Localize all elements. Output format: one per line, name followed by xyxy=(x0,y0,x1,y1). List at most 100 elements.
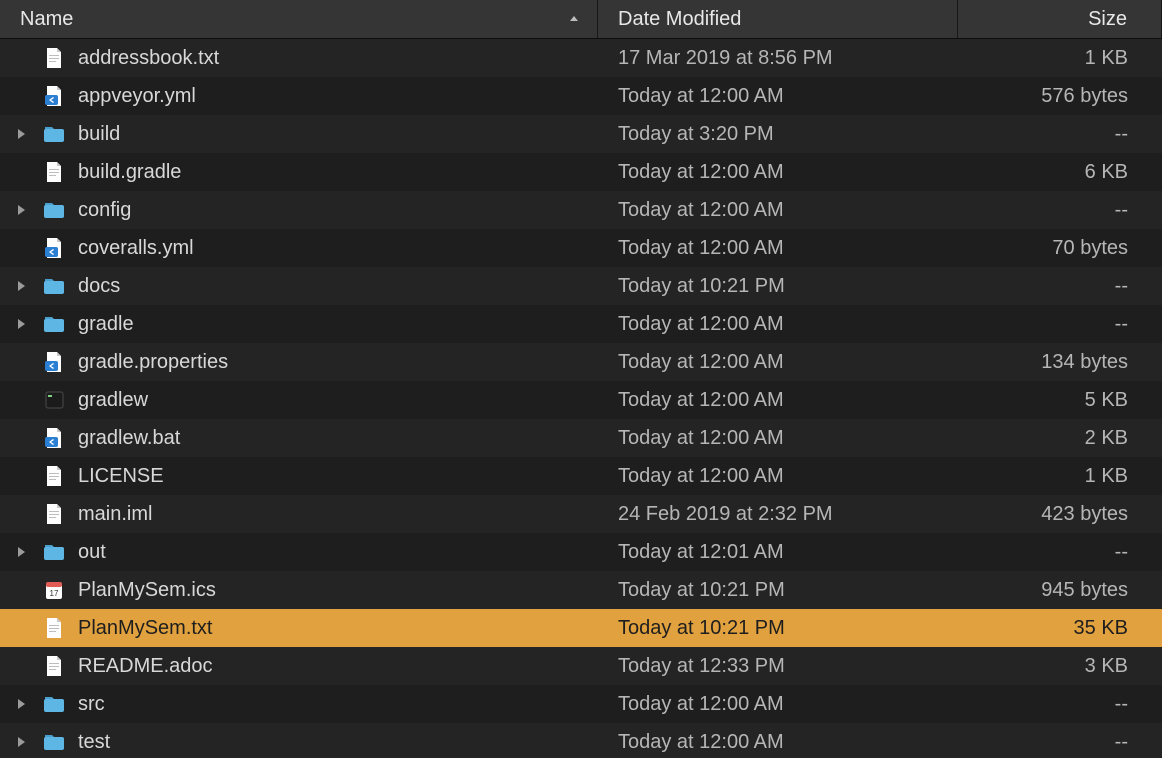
disclosure-triangle-icon[interactable] xyxy=(0,318,42,330)
column-header-size[interactable]: Size xyxy=(958,0,1162,38)
file-name-label: config xyxy=(78,199,131,222)
size-cell: 5 KB xyxy=(958,389,1162,412)
file-name-cell: README.adoc xyxy=(0,654,598,678)
date-modified-label: Today at 12:00 AM xyxy=(598,161,784,184)
date-modified-cell: Today at 12:00 AM xyxy=(598,237,958,260)
file-row[interactable]: gradlew.batToday at 12:00 AM2 KB xyxy=(0,419,1162,457)
file-name-label: addressbook.txt xyxy=(78,47,219,70)
size-cell: 134 bytes xyxy=(958,351,1162,374)
size-cell: -- xyxy=(958,541,1162,564)
folder-icon xyxy=(42,312,66,336)
file-row[interactable]: docs Today at 10:21 PM -- xyxy=(0,267,1162,305)
size-cell: -- xyxy=(958,731,1162,754)
file-name-label: docs xyxy=(78,275,120,298)
file-row[interactable]: appveyor.yml Today at 12:00 AM576 bytes xyxy=(0,77,1162,115)
date-modified-cell: Today at 12:00 AM xyxy=(598,731,958,754)
size-label: -- xyxy=(1115,123,1128,146)
size-label: 2 KB xyxy=(1085,427,1128,450)
file-name-cell: LICENSE xyxy=(0,464,598,488)
file-row[interactable]: PlanMySem.txtToday at 10:21 PM35 KB xyxy=(0,609,1162,647)
file-row[interactable]: build Today at 3:20 PM -- xyxy=(0,115,1162,153)
file-row[interactable]: outToday at 12:01 AM -- xyxy=(0,533,1162,571)
file-row[interactable]: PlanMySem.ics Today at 10:21 PM945 bytes xyxy=(0,571,1162,609)
date-modified-cell: Today at 12:00 AM xyxy=(598,85,958,108)
file-name-cell: appveyor.yml xyxy=(0,84,598,108)
folder-icon xyxy=(42,692,66,716)
size-cell: 70 bytes xyxy=(958,237,1162,260)
file-name-label: test xyxy=(78,731,110,754)
file-name-label: PlanMySem.ics xyxy=(78,579,216,602)
file-name-label: coveralls.yml xyxy=(78,237,194,260)
file-row[interactable]: gradleToday at 12:00 AM-- xyxy=(0,305,1162,343)
executable-file-icon xyxy=(42,388,66,412)
size-cell: -- xyxy=(958,123,1162,146)
date-modified-cell: Today at 10:21 PM xyxy=(598,275,958,298)
size-cell: -- xyxy=(958,693,1162,716)
date-modified-cell: Today at 12:00 AM xyxy=(598,351,958,374)
text-file-icon xyxy=(42,160,66,184)
size-cell: 945 bytes xyxy=(958,579,1162,602)
date-modified-label: Today at 12:00 AM xyxy=(598,693,784,716)
column-header-row: Name Date Modified Size xyxy=(0,0,1162,39)
disclosure-triangle-icon[interactable] xyxy=(0,546,42,558)
file-row[interactable]: coveralls.yml Today at 12:00 AM 70 bytes xyxy=(0,229,1162,267)
date-modified-label: Today at 12:33 PM xyxy=(598,655,785,678)
file-row[interactable]: main.iml 24 Feb 2019 at 2:32 PM 423 bytes xyxy=(0,495,1162,533)
size-cell: 2 KB xyxy=(958,427,1162,450)
column-header-date[interactable]: Date Modified xyxy=(598,0,958,38)
code-file-icon xyxy=(42,426,66,450)
file-row[interactable]: configToday at 12:00 AM-- xyxy=(0,191,1162,229)
file-name-label: gradlew xyxy=(78,389,148,412)
file-row[interactable]: addressbook.txt17 Mar 2019 at 8:56 PM1 K… xyxy=(0,39,1162,77)
date-modified-label: Today at 12:00 AM xyxy=(598,199,784,222)
date-modified-cell: Today at 12:00 AM xyxy=(598,465,958,488)
size-cell: 423 bytes xyxy=(958,503,1162,526)
disclosure-triangle-icon[interactable] xyxy=(0,128,42,140)
disclosure-triangle-icon[interactable] xyxy=(0,736,42,748)
date-modified-label: 24 Feb 2019 at 2:32 PM xyxy=(598,503,833,526)
date-modified-cell: 24 Feb 2019 at 2:32 PM xyxy=(598,503,958,526)
file-name-cell: gradlew.bat xyxy=(0,426,598,450)
date-modified-cell: Today at 3:20 PM xyxy=(598,123,958,146)
file-name-cell: gradlew xyxy=(0,388,598,412)
size-label: -- xyxy=(1115,731,1128,754)
text-file-icon xyxy=(42,464,66,488)
file-name-label: appveyor.yml xyxy=(78,85,196,108)
text-file-icon xyxy=(42,502,66,526)
file-row[interactable]: LICENSEToday at 12:00 AM1 KB xyxy=(0,457,1162,495)
file-name-label: main.iml xyxy=(78,503,152,526)
size-cell: 3 KB xyxy=(958,655,1162,678)
date-modified-cell: Today at 12:00 AM xyxy=(598,389,958,412)
disclosure-triangle-icon[interactable] xyxy=(0,204,42,216)
date-modified-cell: Today at 12:00 AM xyxy=(598,161,958,184)
text-file-icon xyxy=(42,654,66,678)
file-row[interactable]: README.adoc Today at 12:33 PM 3 KB xyxy=(0,647,1162,685)
date-modified-cell: Today at 12:33 PM xyxy=(598,655,958,678)
date-modified-label: Today at 12:01 AM xyxy=(598,541,784,564)
file-row[interactable]: test Today at 12:00 AM -- xyxy=(0,723,1162,758)
code-file-icon xyxy=(42,236,66,260)
date-modified-label: Today at 12:00 AM xyxy=(598,237,784,260)
date-modified-cell: Today at 12:00 AM xyxy=(598,693,958,716)
size-label: 423 bytes xyxy=(1041,503,1128,526)
disclosure-triangle-icon[interactable] xyxy=(0,280,42,292)
column-header-date-label: Date Modified xyxy=(618,8,741,31)
column-header-size-label: Size xyxy=(1088,8,1127,31)
date-modified-label: Today at 12:00 AM xyxy=(598,351,784,374)
date-modified-label: Today at 10:21 PM xyxy=(598,617,785,640)
file-row[interactable]: srcToday at 12:00 AM-- xyxy=(0,685,1162,723)
file-row[interactable]: gradle.propertiesToday at 12:00 AM134 by… xyxy=(0,343,1162,381)
date-modified-cell: Today at 10:21 PM xyxy=(598,579,958,602)
disclosure-triangle-icon[interactable] xyxy=(0,698,42,710)
date-modified-label: Today at 10:21 PM xyxy=(598,275,785,298)
size-cell: -- xyxy=(958,275,1162,298)
file-name-cell: out xyxy=(0,540,598,564)
size-cell: 576 bytes xyxy=(958,85,1162,108)
file-row[interactable]: gradlew Today at 12:00 AM5 KB xyxy=(0,381,1162,419)
file-name-label: build xyxy=(78,123,120,146)
column-header-name[interactable]: Name xyxy=(0,0,598,38)
file-name-label: README.adoc xyxy=(78,655,213,678)
file-row[interactable]: build.gradleToday at 12:00 AM6 KB xyxy=(0,153,1162,191)
date-modified-label: 17 Mar 2019 at 8:56 PM xyxy=(598,47,833,70)
size-label: 35 KB xyxy=(1074,617,1128,640)
